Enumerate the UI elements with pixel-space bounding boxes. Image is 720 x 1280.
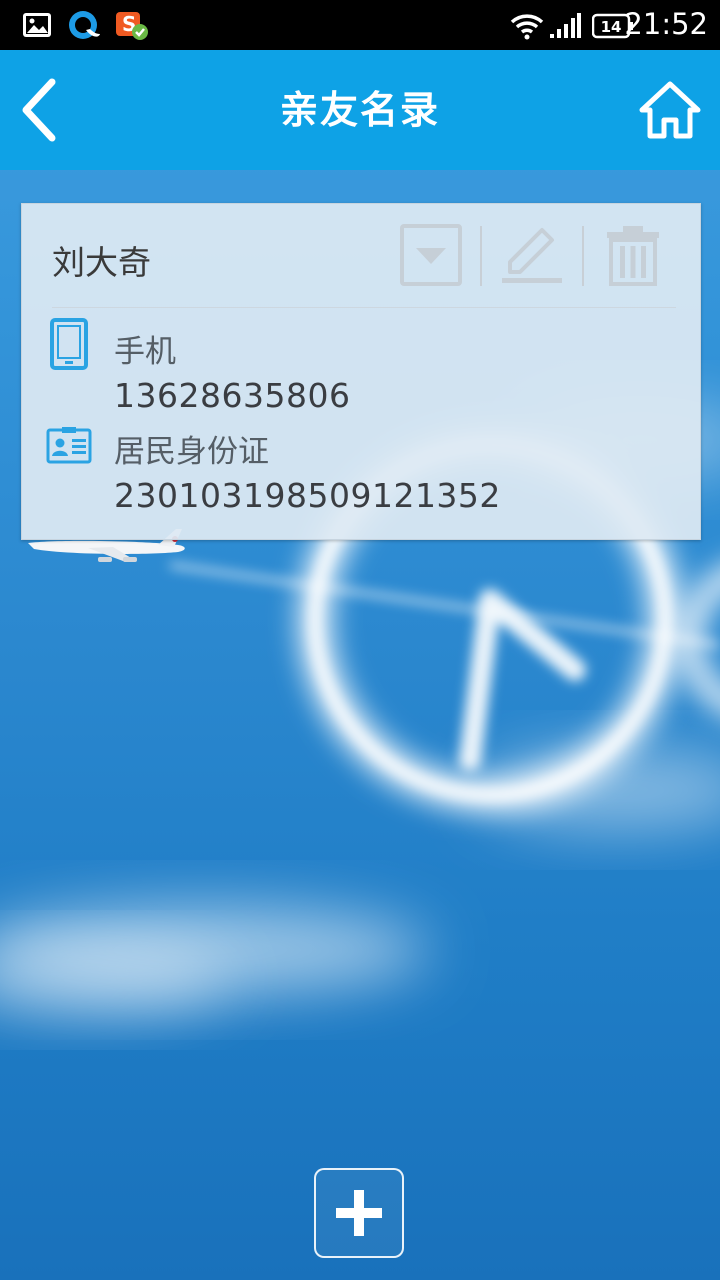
wifi-icon xyxy=(510,12,544,44)
dropdown-icon xyxy=(400,224,462,290)
field-label-id: 居民身份证 xyxy=(114,434,269,470)
delete-button[interactable] xyxy=(605,224,661,290)
browser-icon xyxy=(66,8,102,48)
input-method-icon: S xyxy=(114,8,150,46)
add-contact-button[interactable] xyxy=(314,1168,404,1258)
expand-button[interactable] xyxy=(400,224,462,290)
card-divider xyxy=(52,307,676,308)
status-bar: S 14 21:52 xyxy=(0,0,720,50)
trash-icon xyxy=(605,226,661,290)
battery-level: 14 xyxy=(601,18,622,36)
id-card-icon xyxy=(46,426,92,468)
sky-background xyxy=(0,0,720,1280)
field-value-id: 230103198509121352 xyxy=(114,476,501,515)
header: 亲友名录 xyxy=(0,50,720,170)
field-value-phone: 13628635806 xyxy=(114,376,351,415)
gallery-icon xyxy=(22,12,52,42)
field-label-phone: 手机 xyxy=(114,334,176,370)
signal-icon xyxy=(548,12,582,44)
home-button[interactable] xyxy=(638,80,702,140)
action-divider xyxy=(582,226,584,286)
contact-name: 刘大奇 xyxy=(52,243,151,282)
action-divider xyxy=(480,226,482,286)
contact-card[interactable]: 刘大奇 手机 13628635806 居民身份证 230103198509121… xyxy=(21,203,701,540)
phone-icon xyxy=(50,318,88,374)
edit-icon xyxy=(500,228,564,290)
card-actions xyxy=(400,224,670,288)
status-time: 21:52 xyxy=(624,7,708,41)
edit-button[interactable] xyxy=(500,224,564,290)
home-icon xyxy=(638,81,702,144)
page-title: 亲友名录 xyxy=(279,88,440,132)
